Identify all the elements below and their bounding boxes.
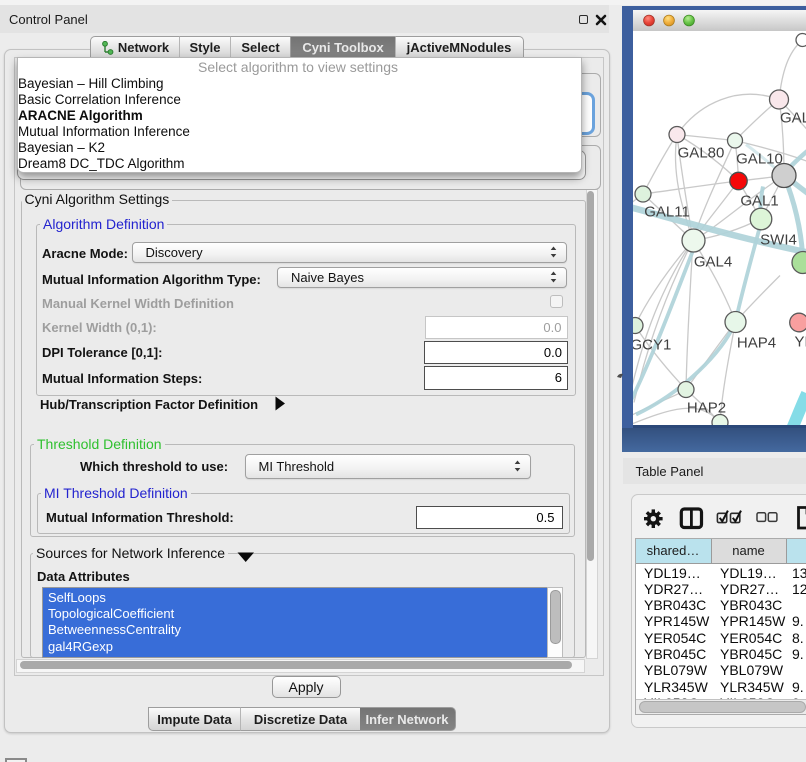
svg-text:YM: YM <box>795 333 806 350</box>
svg-text:GAL1: GAL1 <box>740 192 778 209</box>
svg-text:HAP2: HAP2 <box>687 399 726 416</box>
svg-text:GCY1: GCY1 <box>633 336 671 353</box>
svg-text:HAP4: HAP4 <box>737 334 776 351</box>
svg-text:GAL4: GAL4 <box>694 253 732 270</box>
svg-text:GAL11: GAL11 <box>644 203 690 220</box>
svg-text:GAL80: GAL80 <box>678 144 725 161</box>
svg-text:GAL10: GAL10 <box>736 150 783 167</box>
svg-text:SWI4: SWI4 <box>760 231 797 248</box>
svg-text:GAL7: GAL7 <box>780 109 806 126</box>
